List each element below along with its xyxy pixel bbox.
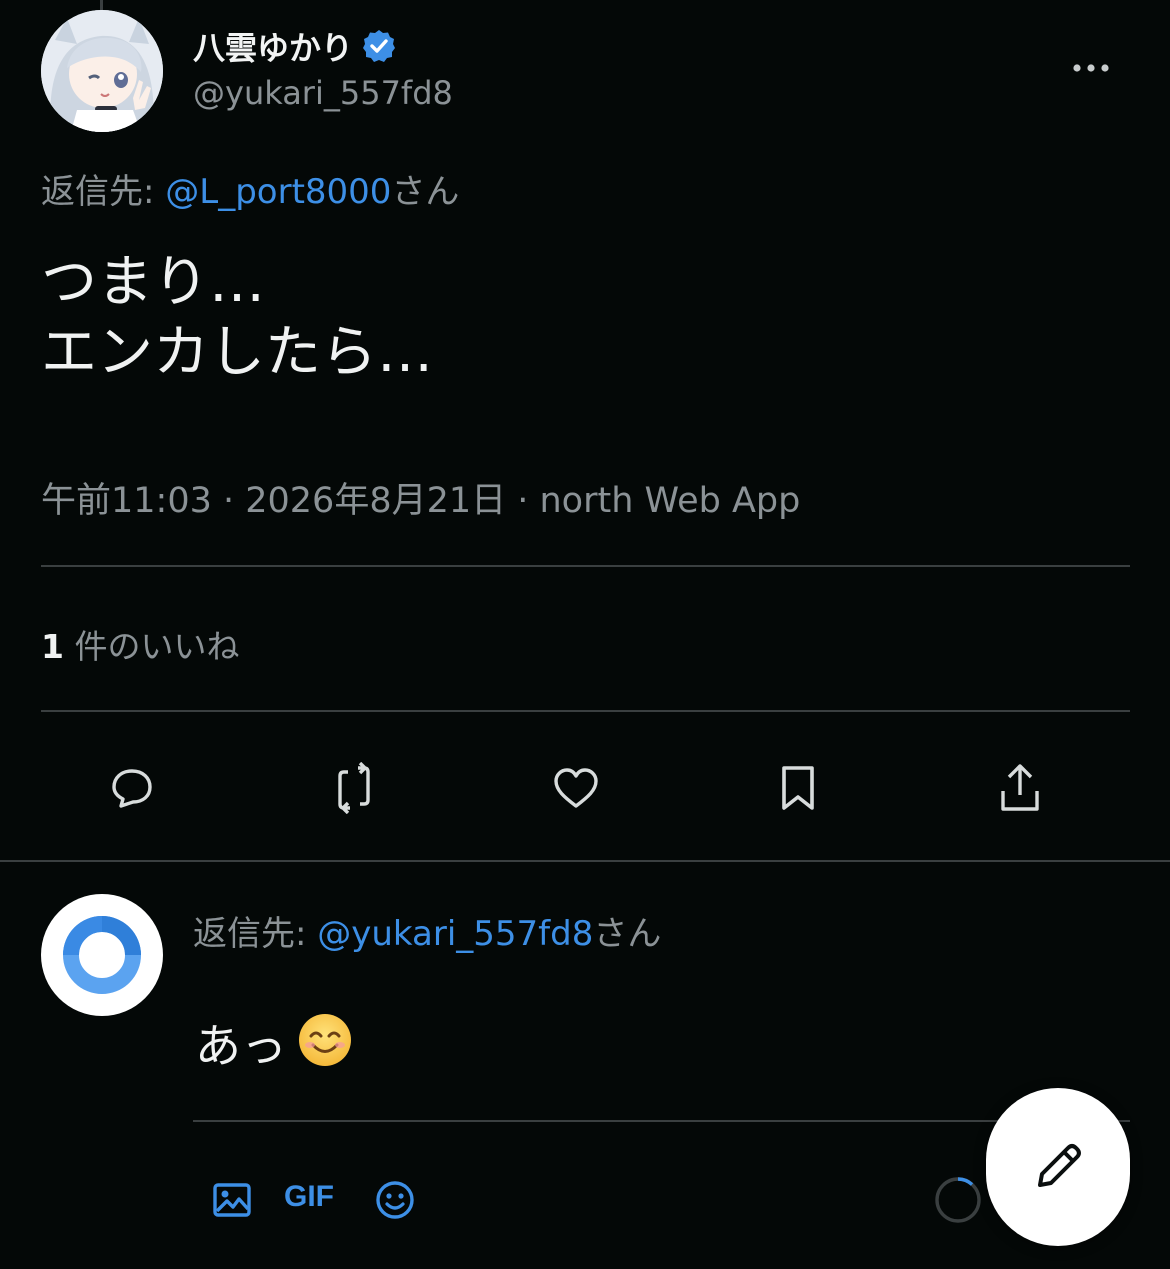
emoji-button[interactable] xyxy=(373,1178,417,1222)
likes-count: 1 xyxy=(41,627,64,666)
bookmark-button[interactable] xyxy=(768,758,828,818)
composer-reply-to-mention-link[interactable]: @yukari_557fd8 xyxy=(317,914,593,954)
current-user-avatar[interactable] xyxy=(41,894,163,1016)
share-button[interactable] xyxy=(990,758,1050,818)
tweet-text: つまり… エンカしたら… xyxy=(41,250,433,385)
smiling-face-emoji-icon xyxy=(299,1014,351,1066)
character-progress-ring xyxy=(935,1177,981,1223)
author-display-name-row[interactable]: 八雲ゆかり xyxy=(193,22,397,70)
more-options-button[interactable] xyxy=(1066,48,1116,88)
verified-badge-icon xyxy=(361,28,397,64)
share-icon xyxy=(1001,764,1039,811)
like-icon xyxy=(554,768,598,808)
retweet-button[interactable] xyxy=(324,758,384,818)
reply-icon xyxy=(112,769,152,808)
bookmark-icon xyxy=(782,766,814,810)
composer-divider xyxy=(193,1120,1130,1122)
likes-summary[interactable]: 1 件のいいね xyxy=(41,620,239,668)
composer-reply-to-suffix: さん xyxy=(593,914,662,954)
author-display-name[interactable]: 八雲ゆかり xyxy=(193,23,353,69)
composer-reply-to-prefix: 返信先: xyxy=(193,914,318,954)
reply-to-suffix: さん xyxy=(391,172,460,212)
composer-reply-to-line: 返信先: @yukari_557fd8さん xyxy=(193,906,661,955)
ring-avatar-icon xyxy=(63,916,141,994)
section-divider xyxy=(0,860,1170,862)
divider xyxy=(41,565,1130,567)
avatar-illustration xyxy=(41,10,163,132)
reply-to-line: 返信先: @L_port8000さん xyxy=(41,164,459,213)
tweet-timestamp-source[interactable]: 午前11:03 · 2026年8月21日 · north Web App xyxy=(41,472,800,523)
reply-button[interactable] xyxy=(102,758,162,818)
image-button[interactable] xyxy=(210,1178,254,1222)
like-button[interactable] xyxy=(546,758,606,818)
tweet-detail-page: 八雲ゆかり @yukari_557fd8 返信先: @L_port8000さん … xyxy=(0,0,1170,1269)
reply-text-input[interactable]: あっ 😊 xyxy=(195,1010,351,1076)
more-icon xyxy=(1073,64,1109,72)
reply-to-prefix: 返信先: xyxy=(41,172,166,212)
tweet-actions-bar xyxy=(0,758,1170,822)
reply-text-value: あっ xyxy=(195,1019,287,1073)
retweet-icon xyxy=(338,762,370,814)
pencil-icon xyxy=(1038,1144,1081,1187)
divider xyxy=(41,710,1130,712)
author-avatar[interactable] xyxy=(41,10,163,132)
image-icon xyxy=(213,1183,251,1217)
reply-to-mention-link[interactable]: @L_port8000 xyxy=(165,172,391,212)
likes-label: 件のいいね xyxy=(63,627,240,666)
gif-button[interactable]: GIF xyxy=(284,1180,334,1214)
compose-tweet-button[interactable] xyxy=(986,1088,1130,1246)
author-handle[interactable]: @yukari_557fd8 xyxy=(193,74,453,112)
emoji-icon xyxy=(376,1181,414,1219)
